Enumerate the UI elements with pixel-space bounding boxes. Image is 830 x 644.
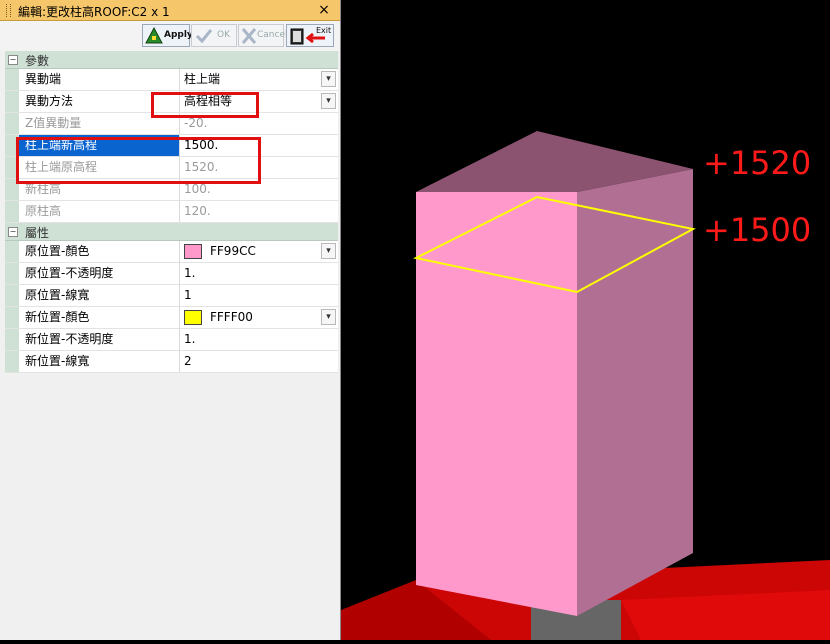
prop-name: 原位置-線寬 bbox=[19, 285, 180, 306]
color-dropdown[interactable]: FFFF00 ▾ bbox=[180, 307, 338, 328]
cancel-button[interactable]: Cancel bbox=[238, 24, 288, 47]
row-new-opacity[interactable]: 新位置-不透明度 1. bbox=[5, 329, 338, 351]
row-move-end[interactable]: 異動端 柱上端 ▾ bbox=[5, 69, 338, 91]
highlight-box-method bbox=[151, 92, 259, 118]
prop-value: 柱上端 bbox=[184, 72, 221, 86]
ok-label: OK bbox=[217, 30, 230, 40]
collapse-icon[interactable]: − bbox=[8, 227, 18, 237]
label-new-elevation: +1500 bbox=[703, 211, 811, 249]
color-dropdown[interactable]: FF99CC ▾ bbox=[180, 241, 338, 262]
prop-name: 新位置-線寬 bbox=[19, 351, 180, 372]
chevron-down-icon[interactable]: ▾ bbox=[321, 309, 336, 325]
prop-name: 新位置-不透明度 bbox=[19, 329, 180, 350]
prop-value-dropdown[interactable]: 柱上端 ▾ bbox=[180, 69, 338, 90]
category-label: 參數 bbox=[25, 54, 50, 68]
category-label: 屬性 bbox=[25, 226, 50, 240]
prop-value-input[interactable]: 1. bbox=[180, 263, 338, 284]
ok-button[interactable]: OK bbox=[191, 24, 237, 47]
apply-button[interactable]: Apply bbox=[142, 24, 193, 47]
label-top-elevation: +1520 bbox=[703, 144, 811, 182]
prop-value-input[interactable]: 2 bbox=[180, 351, 338, 372]
toolbar: Apply OK Cancel Exit bbox=[0, 21, 340, 51]
row-new-color[interactable]: 新位置-顏色 FFFF00 ▾ bbox=[5, 307, 338, 329]
exit-button[interactable]: Exit bbox=[286, 24, 334, 47]
collapse-icon[interactable]: − bbox=[8, 55, 18, 65]
property-panel: 編輯:更改柱高ROOF:C2 x 1 × Apply OK Cancel Exi… bbox=[0, 0, 341, 640]
apply-label: Apply bbox=[164, 30, 193, 40]
grip-icon[interactable] bbox=[6, 4, 11, 17]
x-icon bbox=[241, 28, 257, 44]
prop-name: 原位置-不透明度 bbox=[19, 263, 180, 284]
chevron-down-icon[interactable]: ▾ bbox=[321, 93, 336, 109]
prop-name: 異動端 bbox=[19, 69, 180, 90]
row-orig-color[interactable]: 原位置-顏色 FF99CC ▾ bbox=[5, 241, 338, 263]
cancel-label: Cancel bbox=[257, 30, 288, 40]
category-params[interactable]: − 參數 bbox=[5, 51, 338, 69]
prop-name: 原位置-顏色 bbox=[19, 241, 180, 262]
prop-value: FF99CC bbox=[210, 244, 256, 258]
prop-value-input[interactable]: 1 bbox=[180, 285, 338, 306]
close-button[interactable]: × bbox=[316, 1, 332, 19]
column-model: +1520 +1500 bbox=[341, 131, 830, 640]
row-orig-height: 原柱高 120. bbox=[5, 201, 338, 223]
prop-value-input[interactable]: 1. bbox=[180, 329, 338, 350]
column-side-face bbox=[577, 169, 693, 616]
chevron-down-icon[interactable]: ▾ bbox=[321, 243, 336, 259]
prop-name: 原柱高 bbox=[19, 201, 180, 222]
color-swatch bbox=[184, 244, 202, 259]
check-icon bbox=[195, 29, 213, 44]
panel-titlebar[interactable]: 編輯:更改柱高ROOF:C2 x 1 × bbox=[0, 0, 340, 21]
prop-name: 新位置-顏色 bbox=[19, 307, 180, 328]
category-props[interactable]: − 屬性 bbox=[5, 223, 338, 241]
3d-viewport[interactable]: +1520 +1500 bbox=[341, 0, 830, 640]
row-new-linewidth[interactable]: 新位置-線寬 2 bbox=[5, 351, 338, 373]
prop-value: 120. bbox=[184, 204, 211, 218]
exit-label: Exit bbox=[316, 26, 332, 35]
apply-icon bbox=[145, 27, 163, 44]
prop-value: FFFF00 bbox=[210, 310, 253, 324]
panel-title: 編輯:更改柱高ROOF:C2 x 1 bbox=[18, 5, 170, 19]
row-orig-opacity[interactable]: 原位置-不透明度 1. bbox=[5, 263, 338, 285]
highlight-box-elevation bbox=[16, 137, 261, 184]
row-orig-linewidth[interactable]: 原位置-線寬 1 bbox=[5, 285, 338, 307]
color-swatch bbox=[184, 310, 202, 325]
column-front-face bbox=[416, 192, 577, 616]
chevron-down-icon[interactable]: ▾ bbox=[321, 71, 336, 87]
